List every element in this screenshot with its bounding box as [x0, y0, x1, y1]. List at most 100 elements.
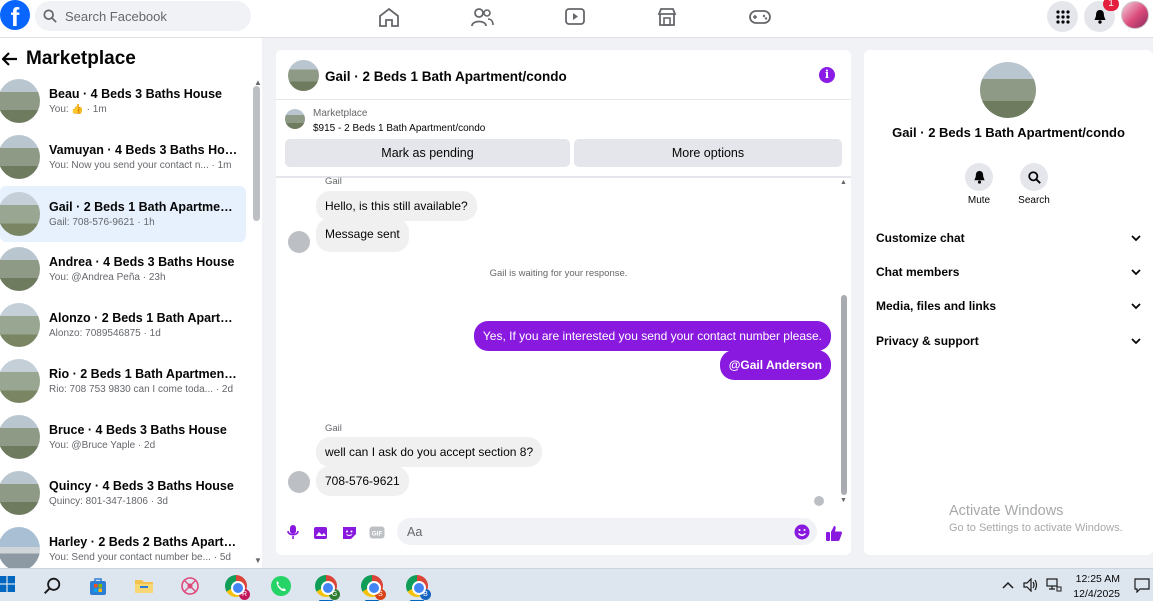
gif-icon[interactable]: GIF: [369, 524, 385, 540]
listing-price-title[interactable]: $915 - 2 Beds 1 Bath Apartment/condo: [313, 123, 485, 134]
clock-date: 12/4/2025: [1073, 588, 1120, 600]
sender-name: Gail: [325, 423, 342, 434]
conversation-preview: Rio: 708 753 9830 can I come toda... · 2…: [49, 384, 234, 395]
conversation-item[interactable]: Andrea · 4 Beds 3 Baths House You: @Andre…: [0, 241, 246, 297]
conversation-preview: Alonzo: 7089546875 · 1d: [49, 328, 161, 339]
marketplace-icon[interactable]: [655, 6, 679, 28]
snipping-tool-icon[interactable]: [178, 574, 202, 598]
conversation-item[interactable]: Vamuyan · 4 Beds 3 Baths House You: Now y…: [0, 129, 246, 185]
scroll-down-arrow-icon[interactable]: ▼: [840, 497, 847, 504]
seen-indicator-avatar: [814, 496, 824, 506]
info-icon[interactable]: i: [819, 67, 835, 83]
back-arrow-icon[interactable]: [2, 52, 18, 66]
mark-as-pending-button[interactable]: Mark as pending: [285, 139, 570, 167]
more-options-button[interactable]: More options: [574, 139, 842, 167]
message-composer-input[interactable]: Aa: [397, 518, 817, 545]
file-explorer-icon[interactable]: [132, 574, 156, 598]
conversation-item[interactable]: Alonzo · 2 Beds 1 Bath Apartme... Alonzo:…: [0, 297, 246, 353]
media-files-links-section[interactable]: Media, files and links: [876, 296, 1141, 316]
taskbar-clock[interactable]: 12:25 AM 12/4/2025: [1062, 572, 1120, 601]
conversation-preview: Gail: 708-576-9621 · 1h: [49, 217, 155, 228]
search-placeholder: Search Facebook: [65, 8, 167, 24]
chat-title[interactable]: Gail · 2 Beds 1 Bath Apartment/condo: [325, 69, 567, 84]
scroll-down-arrow-icon[interactable]: ▼: [254, 556, 262, 565]
conversation-title: Bruce · 4 Beds 3 Baths House: [49, 423, 227, 437]
microphone-icon[interactable]: [285, 524, 301, 540]
conversation-preview: You: @Bruce Yaple · 2d: [49, 440, 156, 451]
gaming-icon[interactable]: [748, 6, 772, 28]
listing-thumbnail[interactable]: [285, 109, 305, 129]
conversation-item[interactable]: Quincy · 4 Beds 3 Baths House Quincy: 801…: [0, 465, 246, 521]
privacy-support-section[interactable]: Privacy & support: [876, 331, 1141, 351]
conversation-preview: You: @Andrea Peña · 23h: [49, 272, 166, 283]
start-windows-icon[interactable]: [0, 575, 16, 593]
chrome-profile-icon[interactable]: B: [405, 574, 431, 601]
sidebar-title: Marketplace: [26, 48, 136, 69]
thumbs-up-icon[interactable]: [825, 524, 843, 542]
emoji-icon[interactable]: [794, 524, 810, 540]
mute-label: Mute: [967, 195, 991, 206]
scroll-up-arrow-icon[interactable]: ▲: [840, 179, 847, 186]
mute-button[interactable]: [965, 163, 993, 191]
section-label: Media, files and links: [876, 299, 997, 313]
top-navigation-bar: f Search Facebook 1: [0, 0, 1153, 38]
sender-name: Gail: [325, 176, 342, 187]
microsoft-store-icon[interactable]: [86, 574, 110, 598]
chrome-profile-icon[interactable]: R: [224, 574, 250, 600]
conversation-avatar[interactable]: [980, 62, 1036, 118]
conversation-item[interactable]: Rio · 2 Beds 1 Bath Apartment/c... Rio: 7…: [0, 353, 246, 409]
conversation-preview: You: 👍 · 1m: [49, 104, 107, 115]
friends-icon[interactable]: [470, 6, 494, 28]
sticker-icon[interactable]: [341, 524, 357, 540]
customize-chat-section[interactable]: Customize chat: [876, 228, 1141, 248]
account-avatar[interactable]: [1121, 1, 1149, 29]
conversation-preview: You: Send your contact number be... · 5d: [49, 552, 231, 563]
conversation-title: Beau · 4 Beds 3 Baths House: [49, 87, 222, 101]
search-in-conversation-button[interactable]: [1020, 163, 1048, 191]
section-label: Privacy & support: [876, 334, 979, 348]
home-icon[interactable]: [377, 6, 401, 28]
incoming-message[interactable]: 708-576-9621: [316, 466, 409, 496]
incoming-message[interactable]: well can I ask do you accept section 8?: [316, 437, 543, 467]
chat-avatar[interactable]: [288, 60, 319, 91]
chat-panel: Gail · 2 Beds 1 Bath Apartment/condo i M…: [276, 50, 851, 555]
search-icon: [1027, 170, 1041, 184]
sender-avatar: [288, 231, 310, 253]
chat-members-section[interactable]: Chat members: [876, 262, 1141, 282]
sidebar-scrollbar[interactable]: [253, 86, 260, 221]
clock-time: 12:25 AM: [1075, 573, 1120, 585]
show-hidden-icons-chevron-icon[interactable]: [1002, 578, 1014, 592]
composer-placeholder: Aa: [407, 524, 423, 539]
chat-details-panel: Gail · 2 Beds 1 Bath Apartment/condo Mut…: [864, 50, 1153, 555]
listing-thumbnail: [0, 359, 40, 403]
chat-scrollbar[interactable]: [841, 295, 847, 495]
system-message: Gail is waiting for your response.: [489, 268, 628, 279]
network-icon[interactable]: [1046, 578, 1062, 595]
notification-count-badge: 1: [1103, 0, 1119, 11]
activate-windows-watermark: Activate Windows Go to Settings to activ…: [949, 503, 1123, 534]
incoming-message[interactable]: Hello, is this still available?: [316, 191, 477, 221]
conversation-item[interactable]: Beau · 4 Beds 3 Baths House You: 👍 · 1m: [0, 73, 246, 129]
taskbar-search-icon[interactable]: [40, 574, 64, 598]
photo-icon[interactable]: [313, 524, 329, 540]
whatsapp-icon[interactable]: [269, 574, 293, 598]
volume-icon[interactable]: [1023, 577, 1039, 595]
conversation-title: Alonzo · 2 Beds 1 Bath Apartme...: [49, 311, 239, 325]
conversation-title: Gail · 2 Beds 1 Bath Apartment/c...: [49, 200, 239, 214]
conversation-item[interactable]: Bruce · 4 Beds 3 Baths House You: @Bruce …: [0, 409, 246, 465]
outgoing-message[interactable]: Yes, If you are interested you send your…: [473, 321, 831, 351]
notification-center-icon[interactable]: [1134, 578, 1150, 596]
search-facebook-input[interactable]: Search Facebook: [35, 1, 251, 31]
menu-grid-button[interactable]: [1047, 1, 1078, 32]
incoming-message[interactable]: Message sent: [316, 218, 409, 252]
svg-text:GIF: GIF: [372, 530, 383, 537]
video-icon[interactable]: [563, 6, 587, 28]
section-label: Chat members: [876, 265, 960, 279]
conversation-item-active[interactable]: Gail · 2 Beds 1 Bath Apartment/c... Gail:…: [0, 186, 246, 242]
outgoing-message[interactable]: @Gail Anderson: [719, 350, 831, 380]
facebook-logo[interactable]: f: [0, 0, 30, 30]
chrome-profile-icon[interactable]: G: [314, 574, 340, 601]
chrome-profile-icon[interactable]: S: [360, 574, 386, 601]
listing-thumbnail: [0, 79, 40, 123]
listing-thumbnail: [0, 303, 40, 347]
